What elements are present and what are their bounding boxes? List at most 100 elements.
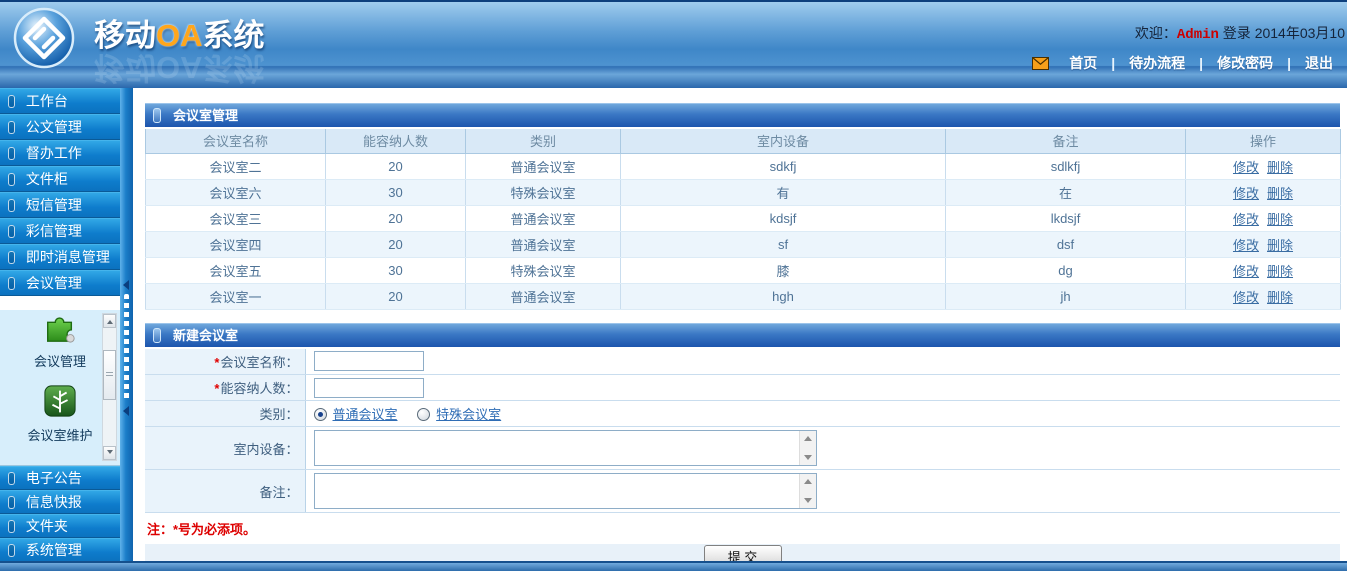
edit-link[interactable]: 修改	[1233, 264, 1259, 279]
room-name-input[interactable]	[314, 351, 424, 371]
nav-separator: |	[1199, 55, 1203, 71]
menu-bullet-icon	[8, 520, 15, 533]
cell-name: 会议室三	[146, 205, 326, 231]
edit-link[interactable]: 修改	[1233, 160, 1259, 175]
main-content: 会议室管理 会议室名称能容纳人数类别室内设备备注操作 会议室二20普通会议室sd…	[133, 88, 1347, 561]
cell-name: 会议室五	[146, 257, 326, 283]
sidebar-item-bulletin[interactable]: 电子公告	[0, 466, 120, 490]
cell-equipment: sdkfj	[621, 153, 946, 179]
menu-bullet-icon	[8, 277, 15, 290]
sidebar-item-im[interactable]: 即时消息管理	[0, 244, 120, 270]
cell-capacity: 20	[326, 283, 466, 309]
type-radio-normal[interactable]	[314, 408, 327, 421]
sidebar-item-system[interactable]: 系统管理	[0, 538, 120, 562]
table-row: 会议室四20普通会议室sfdsf修改删除	[146, 231, 1341, 257]
cell-remark: dg	[946, 257, 1186, 283]
room-name-label: *会议室名称：	[145, 349, 305, 375]
sidebar-item-label: 公文管理	[26, 119, 82, 135]
sidebar-item-label: 电子公告	[26, 470, 82, 486]
type-label: 类别：	[145, 401, 305, 427]
menu-bullet-icon	[8, 121, 15, 134]
edit-link[interactable]: 修改	[1233, 212, 1259, 227]
cell-equipment: kdsjf	[621, 205, 946, 231]
scroll-thumb[interactable]	[103, 350, 116, 400]
sidebar-item-cabinet[interactable]: 文件柜	[0, 166, 120, 192]
cell-remark: 在	[946, 179, 1186, 205]
cell-equipment: 有	[621, 179, 946, 205]
remark-label: 备注：	[145, 470, 305, 513]
remark-textarea[interactable]	[314, 473, 817, 509]
nav-item-home[interactable]: 首页	[1069, 55, 1097, 71]
collapse-arrow-icon[interactable]	[123, 406, 129, 416]
delete-link[interactable]: 删除	[1267, 290, 1293, 305]
sidebar-submenu-panel: 会议管理 会议室维护	[0, 310, 120, 466]
equipment-textarea[interactable]	[314, 430, 817, 466]
scroll-down-button[interactable]	[103, 446, 116, 460]
sidebar-item-document[interactable]: 公文管理	[0, 114, 120, 140]
welcome-suffix: 登录	[1219, 25, 1255, 41]
submenu-scrollbar[interactable]	[102, 313, 117, 461]
sidebar-item-sms[interactable]: 短信管理	[0, 192, 120, 218]
textarea-scrollbar[interactable]	[799, 474, 816, 508]
scroll-up-icon[interactable]	[804, 436, 812, 441]
delete-link[interactable]: 删除	[1267, 264, 1293, 279]
delete-link[interactable]: 删除	[1267, 212, 1293, 227]
new-room-form: *会议室名称： *能容纳人数： 类别： 普通会议室 特殊会议室 室内设备：	[145, 349, 1340, 514]
capacity-input[interactable]	[314, 378, 424, 398]
cell-name: 会议室一	[146, 283, 326, 309]
sidebar-item-meeting[interactable]: 会议管理	[0, 270, 120, 296]
delete-link[interactable]: 删除	[1267, 238, 1293, 253]
cell-name: 会议室四	[146, 231, 326, 257]
menu-bullet-icon	[8, 225, 15, 238]
splitter-grip[interactable]	[124, 294, 129, 400]
panel-title-bar: 会议室管理	[145, 103, 1340, 127]
table-header-row: 会议室名称能容纳人数类别室内设备备注操作	[146, 129, 1341, 153]
china-mobile-logo	[12, 6, 76, 70]
scroll-down-icon[interactable]	[804, 455, 812, 460]
type-option-normal[interactable]: 普通会议室	[333, 407, 398, 422]
cell-type: 普通会议室	[466, 153, 621, 179]
cell-equipment: 膝	[621, 257, 946, 283]
sidebar-item-supervise[interactable]: 督办工作	[0, 140, 120, 166]
app-title-reflection: 移动OA系统	[94, 48, 265, 93]
sidebar-splitter[interactable]	[120, 88, 133, 561]
scroll-up-button[interactable]	[103, 314, 116, 328]
sidebar-item-mms[interactable]: 彩信管理	[0, 218, 120, 244]
edit-link[interactable]: 修改	[1233, 290, 1259, 305]
type-radio-special[interactable]	[417, 408, 430, 421]
sidebar-item-label: 文件夹	[26, 518, 68, 534]
equipment-label: 室内设备：	[145, 427, 305, 470]
edit-link[interactable]: 修改	[1233, 186, 1259, 201]
welcome-text: 欢迎：Admin 登录 2014年03月10	[1135, 23, 1345, 43]
sidebar-item-workbench[interactable]: 工作台	[0, 88, 120, 114]
nav-item-todo[interactable]: 待办流程	[1129, 55, 1185, 71]
textarea-scrollbar[interactable]	[799, 431, 816, 465]
sidebar-bottom-menu: 电子公告 信息快报 文件夹 系统管理	[0, 466, 120, 562]
menu-bullet-icon	[8, 147, 15, 160]
sidebar-item-folder[interactable]: 文件夹	[0, 514, 120, 538]
edit-link[interactable]: 修改	[1233, 238, 1259, 253]
delete-link[interactable]: 删除	[1267, 186, 1293, 201]
nav-item-logout[interactable]: 退出	[1305, 55, 1333, 71]
sidebar-item-label: 会议管理	[26, 275, 82, 291]
column-header: 备注	[946, 129, 1186, 153]
required-mark: *	[214, 355, 219, 370]
cell-capacity: 20	[326, 231, 466, 257]
scroll-down-icon[interactable]	[804, 498, 812, 503]
sidebar-item-label: 即时消息管理	[26, 249, 110, 265]
cell-capacity: 30	[326, 179, 466, 205]
sidebar: 工作台 公文管理 督办工作 文件柜 短信管理 彩信管理 即时消息管理 会议管理	[0, 88, 120, 561]
panel-title-text: 会议室管理	[173, 108, 238, 123]
panel-title-text: 新建会议室	[173, 328, 238, 343]
sidebar-item-express[interactable]: 信息快报	[0, 490, 120, 514]
table-row: 会议室五30特殊会议室膝dg修改删除	[146, 257, 1341, 283]
username: Admin	[1177, 27, 1219, 43]
type-option-special[interactable]: 特殊会议室	[436, 407, 501, 422]
nav-item-password[interactable]: 修改密码	[1217, 55, 1273, 71]
menu-bullet-icon	[8, 496, 15, 509]
required-mark: *	[214, 381, 219, 396]
scroll-up-icon[interactable]	[804, 479, 812, 484]
column-header: 类别	[466, 129, 621, 153]
collapse-arrow-icon[interactable]	[123, 280, 129, 290]
delete-link[interactable]: 删除	[1267, 160, 1293, 175]
